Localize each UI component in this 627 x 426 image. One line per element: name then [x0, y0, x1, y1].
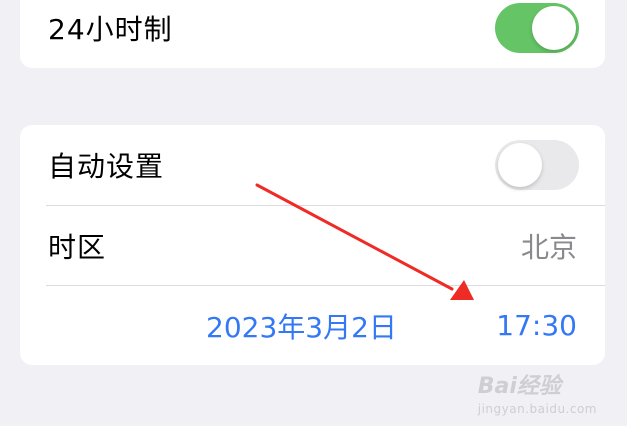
- timezone-label: 时区: [48, 230, 107, 264]
- toggle-knob: [498, 143, 542, 187]
- watermark: Bai经验 jingyan.baidu.com: [478, 368, 597, 416]
- auto-set-label: 自动设置: [48, 150, 165, 183]
- clock-settings-card: 24小时制: [20, 0, 605, 68]
- datetime-settings-card: 自动设置 时区 北京 2023年3月2日 17:30: [20, 125, 605, 365]
- clock-24h-row: 24小时制: [20, 0, 605, 56]
- time-value[interactable]: 17:30: [496, 309, 577, 342]
- date-value[interactable]: 2023年3月2日: [206, 306, 397, 346]
- timezone-row[interactable]: 时区 北京: [20, 206, 605, 285]
- clock-24h-label: 24小时制: [48, 13, 173, 46]
- auto-set-row: 自动设置: [20, 125, 605, 205]
- toggle-knob: [532, 6, 576, 50]
- clock-24h-toggle[interactable]: [495, 3, 579, 53]
- datetime-row: 2023年3月2日 17:30: [20, 286, 605, 365]
- watermark-logo: Bai经验: [477, 374, 561, 399]
- watermark-url: jingyan.baidu.com: [477, 402, 597, 416]
- timezone-value: 北京: [520, 230, 577, 264]
- auto-set-toggle[interactable]: [495, 140, 579, 190]
